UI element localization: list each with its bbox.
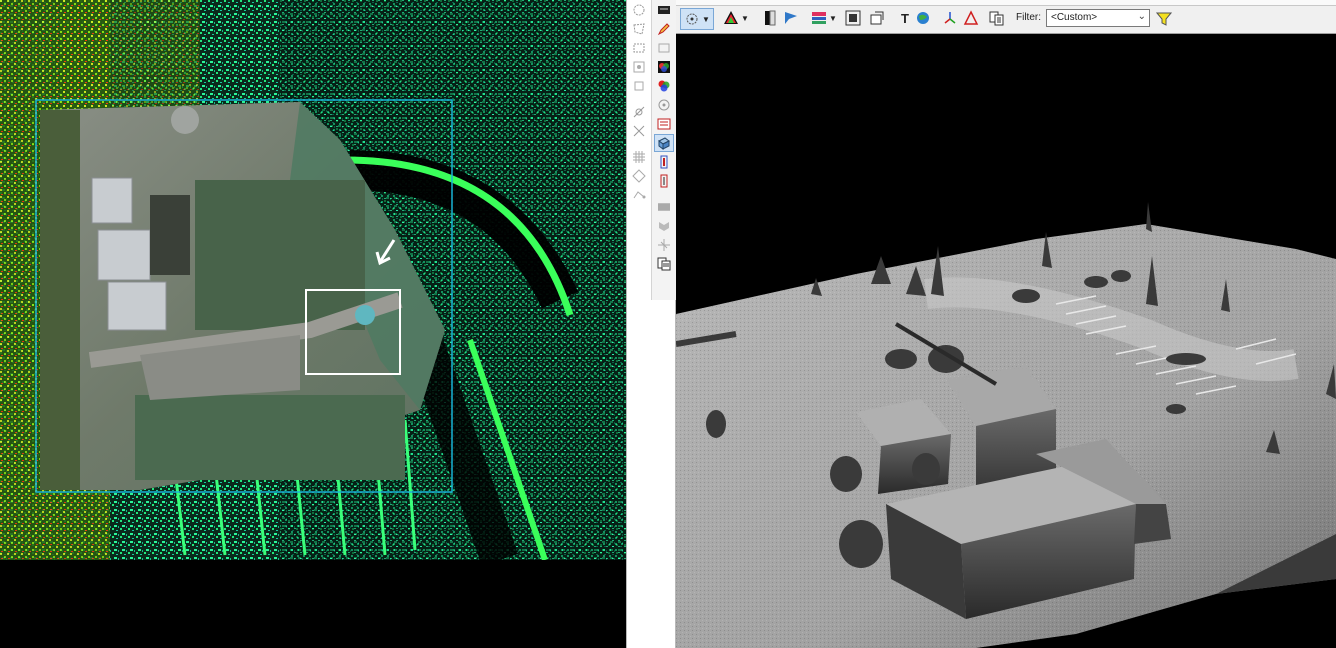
scene-3d-canvas[interactable] (676, 34, 1336, 648)
map-view-2d[interactable] (0, 0, 626, 648)
text-icon: T (901, 10, 909, 26)
gradient-button[interactable] (762, 8, 780, 28)
filter-label: Filter: (1016, 12, 1041, 23)
route-icon[interactable] (629, 186, 649, 204)
shading-icon (812, 12, 827, 24)
diamond-icon[interactable] (629, 167, 649, 185)
shield-icon[interactable] (654, 217, 674, 235)
measure-icon[interactable] (629, 103, 649, 121)
map-canvas[interactable] (0, 0, 626, 648)
report-icon[interactable] (654, 255, 674, 273)
filter-button[interactable] (1156, 9, 1172, 29)
point-display-button[interactable]: ▼ (680, 8, 714, 30)
rgb-icon[interactable] (654, 77, 674, 95)
cube-icon[interactable] (654, 134, 674, 152)
layers-icon[interactable] (654, 115, 674, 133)
fit-view-icon (845, 10, 861, 26)
display-icon[interactable] (654, 1, 674, 19)
swatch-icon[interactable] (654, 39, 674, 57)
chevron-down-icon: ⌄ (1137, 11, 1146, 22)
triangle-button[interactable] (962, 8, 980, 28)
toolbar-top-strip (676, 0, 1336, 6)
settings-icon (870, 11, 884, 25)
section-icon[interactable] (654, 172, 674, 190)
zoom-area-icon[interactable] (629, 77, 649, 95)
view-toolbar: ▼ ▼ ▼ T Filter: <Custom> ⌄ (676, 0, 1336, 34)
color-mode-button[interactable]: ▼ (720, 8, 752, 28)
settings-button[interactable] (868, 8, 886, 28)
gradient-icon (765, 10, 776, 26)
zoom-cloud-icon[interactable] (629, 58, 649, 76)
triangle-icon (963, 10, 979, 25)
color-wheel-icon[interactable] (654, 58, 674, 76)
axis-icon[interactable] (654, 236, 674, 254)
edit-icon[interactable] (654, 20, 674, 38)
select-area-icon[interactable] (629, 39, 649, 57)
vertical-toolbar-right-column (651, 0, 676, 300)
select-polygon-icon[interactable] (629, 20, 649, 38)
color-triangle-icon (724, 11, 739, 24)
copy-button[interactable] (988, 8, 1006, 28)
globe-button[interactable] (914, 8, 932, 28)
info-icon[interactable] (654, 96, 674, 114)
filter-select-value: <Custom> (1051, 12, 1098, 23)
point-cloud-icon (686, 13, 698, 25)
profile-icon[interactable] (654, 153, 674, 171)
grid-icon[interactable] (629, 148, 649, 166)
axes-icon (944, 12, 956, 24)
view-3d[interactable]: ▼ ▼ ▼ T Filter: <Custom> ⌄ (676, 0, 1336, 648)
funnel-icon (1156, 12, 1172, 26)
axes-button[interactable] (942, 8, 958, 28)
filter-select[interactable]: <Custom> ⌄ (1046, 9, 1150, 27)
flag-button[interactable] (782, 8, 800, 28)
flag-icon (785, 12, 797, 24)
vertical-toolbar (626, 0, 676, 648)
cross-icon[interactable] (629, 122, 649, 140)
globe-icon (917, 12, 929, 24)
pattern-icon[interactable] (654, 198, 674, 216)
copy-icon (989, 11, 1004, 26)
select-cloud-icon[interactable] (629, 1, 649, 19)
vertical-toolbar-left-column (627, 0, 651, 205)
fit-view-button[interactable] (844, 8, 862, 28)
shading-button[interactable]: ▼ (808, 8, 840, 28)
text-tool-button[interactable]: T (898, 8, 912, 28)
